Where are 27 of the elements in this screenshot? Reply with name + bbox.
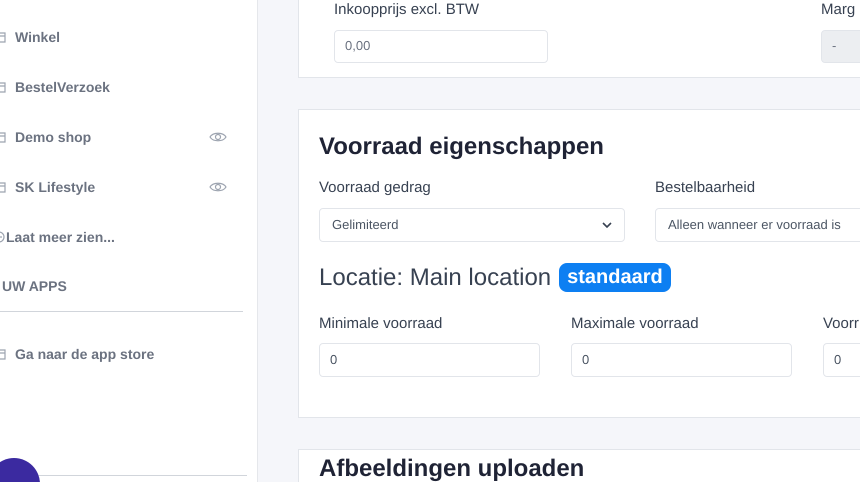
app-store-link[interactable]: Ga naar de app store [15, 344, 154, 364]
select-field[interactable]: Alleen wanneer er voorraad is [655, 208, 860, 242]
eye-icon[interactable] [209, 131, 227, 143]
field-label: Maximale voorraad [571, 314, 700, 334]
input-field[interactable]: 0 [319, 343, 540, 377]
field-label: Voorr [823, 314, 860, 334]
location-title: Locatie: Main location [319, 262, 552, 292]
select-field[interactable]: Gelimiteerd [319, 208, 625, 242]
card-title: Voorraad eigenschappen [319, 132, 605, 162]
field-label: Marg [821, 0, 856, 20]
sidebar-item[interactable]: SK Lifestyle [15, 176, 96, 198]
card-title: Afbeeldingen uploaden [319, 455, 584, 482]
chevron-down-icon [602, 222, 612, 228]
input-field[interactable]: 0,00 [334, 30, 548, 62]
sidebar-item[interactable]: Demo shop [15, 126, 92, 148]
input-field[interactable]: 0 [571, 343, 792, 377]
apps-heading: UW APPS [2, 277, 67, 296]
field-label: Inkoopprijs excl. BTW [334, 0, 480, 20]
field-label: Minimale voorraad [319, 314, 444, 334]
field-label: Bestelbaarheid [655, 178, 756, 198]
sidebar-item[interactable]: Winkel [15, 26, 60, 48]
default-badge: standaard [559, 263, 671, 292]
sidebar-item[interactable]: BestelVerzoek [15, 76, 110, 98]
input-field[interactable]: 0 [823, 343, 860, 377]
eye-icon[interactable] [209, 181, 227, 193]
show-more-link[interactable]: Laat meer zien... [6, 226, 115, 248]
field-label: Voorraad gedrag [319, 178, 432, 198]
